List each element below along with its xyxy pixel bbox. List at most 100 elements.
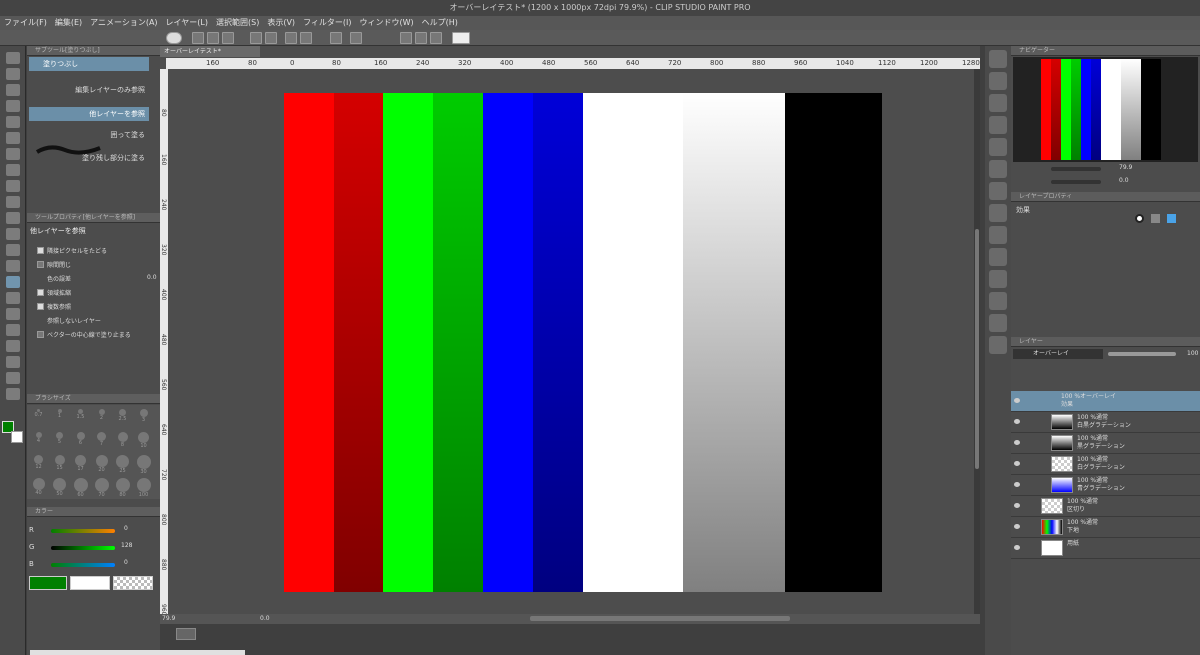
layer-property-tab[interactable]: レイヤープロパティ [1011,192,1200,202]
vertical-scroll-thumb[interactable] [975,229,979,469]
subtool-group[interactable]: 塗りつぶし [29,57,149,71]
brush-size-cell[interactable]: 4 [29,430,48,451]
color-g-slider[interactable] [51,546,115,550]
brush-size-cell[interactable]: 25 [113,453,132,474]
layer-row[interactable]: 100 %オーバーレイ 効果 [1011,391,1200,412]
zoom-tool-icon[interactable] [6,52,20,64]
snap-perspective-icon[interactable] [430,32,442,44]
brush-size-cell[interactable]: 70 [92,476,111,498]
color-r-value[interactable]: 0 [124,525,128,532]
new-file-icon[interactable] [192,32,204,44]
clip-studio-icon[interactable] [166,32,182,44]
gradient-icon[interactable] [6,292,20,304]
layer-row[interactable]: 100 %通常 青グラデーション [1011,475,1200,496]
visibility-eye-icon[interactable] [1014,503,1020,508]
opacity-slider[interactable] [1108,352,1176,356]
navigator-zoom-slider[interactable] [1051,167,1101,171]
navigator-tab[interactable]: ナビゲーター [1011,46,1200,56]
menu-item[interactable]: 表示(V) [263,16,299,30]
dock-panel-icon[interactable] [989,336,1007,354]
layer-row[interactable]: 100 %通常 下地 [1011,517,1200,538]
menu-item[interactable]: ファイル(F) [0,16,51,30]
opacity-value[interactable]: 100 [1187,350,1198,357]
visibility-eye-icon[interactable] [1014,461,1020,466]
tool-property-tab[interactable]: ツールプロパティ[他レイヤーを参照] [27,213,160,223]
status-angle[interactable]: 0.0 [260,615,270,622]
dock-panel-icon[interactable] [989,226,1007,244]
brush-size-cell[interactable]: 2 [92,407,111,428]
horizontal-scroll-thumb[interactable] [530,616,790,621]
layer-row[interactable]: 100 %通常 白グラデーション [1011,454,1200,475]
brush-size-cell[interactable]: 5 [50,430,69,451]
menu-item[interactable]: 選択範囲(S) [212,16,263,30]
menu-item[interactable]: フィルター(I) [299,16,355,30]
color-g-value[interactable]: 128 [121,542,132,549]
pen-icon[interactable] [6,164,20,176]
airbrush-icon[interactable] [6,212,20,224]
navigator-rotate[interactable]: 0.0 [1119,177,1129,184]
text-icon[interactable] [6,356,20,368]
color-r-slider[interactable] [51,529,115,533]
eyedropper-icon[interactable] [6,148,20,160]
dock-panel-icon[interactable] [989,94,1007,112]
checkbox[interactable] [37,331,44,338]
brush-size-cell[interactable]: 1 [50,407,69,428]
operation-tool-icon[interactable] [6,84,20,96]
brush-size-cell[interactable]: 20 [92,453,111,474]
brush-size-cell[interactable]: 15 [50,453,69,474]
blend-mode-select[interactable]: オーバーレイ [1013,349,1103,359]
selection-tool-icon[interactable] [6,116,20,128]
brush-size-cell[interactable]: 60 [71,476,90,498]
subtool-tab[interactable]: サブツール[塗りつぶし] [27,46,160,56]
brush-size-cell[interactable]: 40 [29,476,48,497]
transparent-color-chip[interactable] [113,576,153,590]
dock-panel-icon[interactable] [989,182,1007,200]
pencil-icon[interactable] [6,180,20,192]
vertical-scrollbar[interactable] [974,69,980,614]
border-effect-icon[interactable] [1135,214,1144,223]
correction-icon[interactable] [6,388,20,400]
layer-row[interactable]: 100 %通常 区切り [1011,496,1200,517]
move-layer-icon[interactable] [6,100,20,112]
subtool-enclose-fill[interactable]: 囲って塗る [29,128,149,142]
open-file-icon[interactable] [207,32,219,44]
visibility-eye-icon[interactable] [1014,524,1020,529]
brush-size-cell[interactable]: 1.5 [71,407,90,428]
navigator-rotate-slider[interactable] [1051,180,1101,184]
brush-size-cell[interactable]: 0.7 [29,407,48,428]
ruler-icon[interactable] [6,340,20,352]
subtool-edit-layer-only[interactable]: 編集レイヤーのみ参照 [29,83,149,97]
checkbox[interactable] [37,289,44,296]
decoration-icon[interactable] [6,228,20,240]
dock-panel-icon[interactable] [989,314,1007,332]
fill-tool-icon[interactable] [6,276,20,288]
layer-row[interactable]: 100 %通常 黒グラデーション [1011,433,1200,454]
status-zoom[interactable]: 79.9 [162,615,175,622]
visibility-eye-icon[interactable] [1014,482,1020,487]
menu-item[interactable]: ウィンドウ(W) [356,16,418,30]
color-tab[interactable]: カラー [27,507,160,517]
menu-item[interactable]: ヘルプ(H) [418,16,462,30]
main-color-chip[interactable] [29,576,67,590]
visibility-eye-icon[interactable] [1014,419,1020,424]
layer-tab[interactable]: レイヤー [1011,337,1200,347]
checkbox[interactable] [37,261,44,268]
subtool-refer-other-layer[interactable]: 他レイヤーを参照 [29,107,149,121]
tool-property-value[interactable]: 0.0 [147,274,157,281]
sub-color-swatch[interactable] [11,431,23,443]
dock-panel-icon[interactable] [989,138,1007,156]
dock-panel-icon[interactable] [989,270,1007,288]
brush-size-cell[interactable]: 17 [71,453,90,474]
brush-icon[interactable] [6,196,20,208]
brush-size-cell[interactable]: 3 [134,407,153,428]
dock-panel-icon[interactable] [989,50,1007,68]
figure-icon[interactable] [6,308,20,320]
help-icon[interactable] [452,32,470,44]
save-icon[interactable] [222,32,234,44]
checkbox[interactable] [37,247,44,254]
brush-size-tab[interactable]: ブラシサイズ [27,394,160,404]
visibility-eye-icon[interactable] [1014,440,1020,445]
dock-panel-icon[interactable] [989,116,1007,134]
layer-row[interactable]: 用紙 [1011,538,1200,559]
color-b-slider[interactable] [51,563,115,567]
